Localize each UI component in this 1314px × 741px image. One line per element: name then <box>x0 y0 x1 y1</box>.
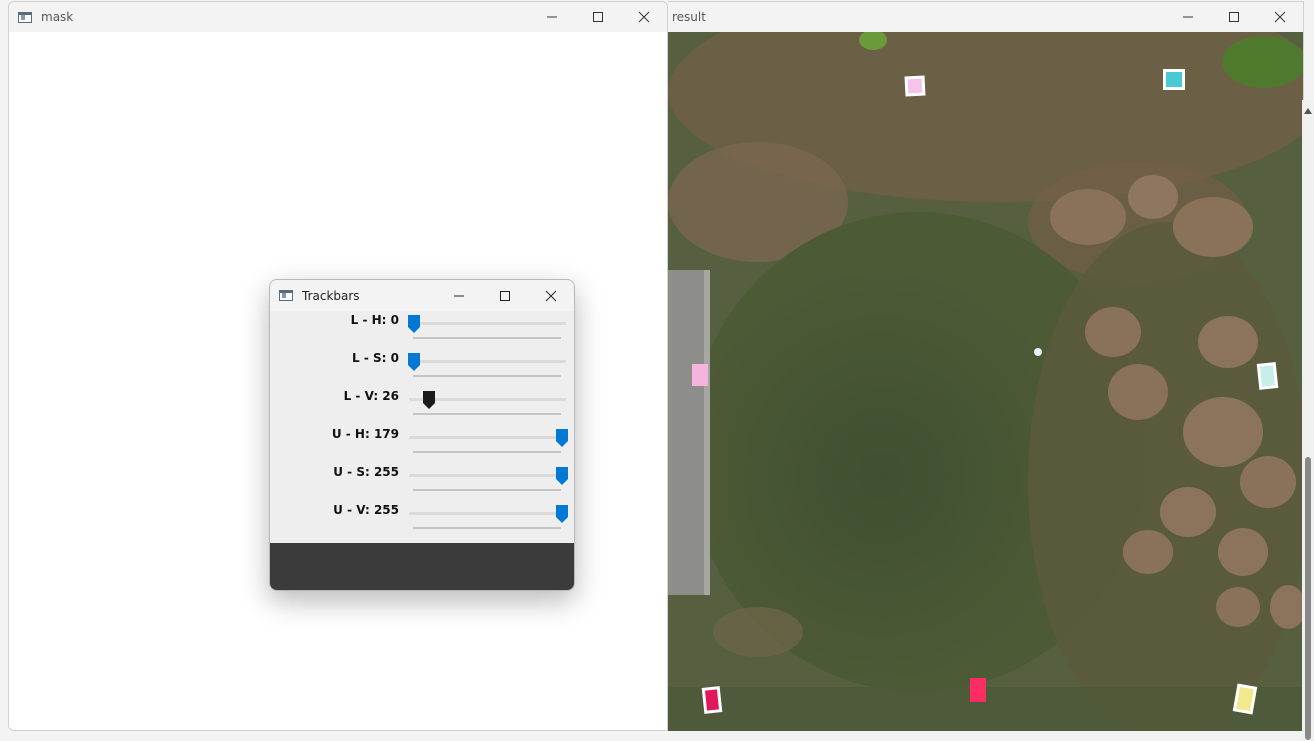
trackbars-image-area <box>270 543 574 590</box>
trackbar-label: U - V: 255 <box>333 503 399 517</box>
maximize-button[interactable] <box>482 281 528 311</box>
trackbar-label: L - V: 26 <box>343 389 399 403</box>
vertical-scrollbar[interactable] <box>1302 100 1314 741</box>
maximize-icon <box>1229 12 1239 22</box>
maximize-button[interactable] <box>1211 2 1257 32</box>
minimize-icon <box>547 16 557 18</box>
trackbar-track[interactable] <box>409 322 566 325</box>
trackbar-row-u-h: U - H: 179 <box>270 425 574 463</box>
minimize-icon <box>1183 16 1193 18</box>
maximize-icon <box>593 12 603 22</box>
trackbars-panel: L - H: 0 L - S: 0 L - V: 26 U - H: 179 U… <box>270 311 574 544</box>
trackbar-row-u-v: U - V: 255 <box>270 501 574 539</box>
trackbar-thumb[interactable] <box>556 505 568 523</box>
trackbars-window-title: Trackbars <box>302 288 360 303</box>
close-button[interactable] <box>621 2 667 32</box>
trackbar-thumb[interactable] <box>408 315 420 333</box>
trackbar-thumb[interactable] <box>423 391 436 409</box>
mask-window-title: mask <box>41 10 74 24</box>
trackbar-tick-line <box>413 375 561 377</box>
minimize-button[interactable] <box>436 281 482 311</box>
aerial-grass-photo <box>668 32 1303 731</box>
trackbars-window: Trackbars L - H: 0 L - S: 0 L - V: 26 U … <box>269 279 575 591</box>
trackbar-track[interactable] <box>409 474 566 477</box>
trackbar-tick-line <box>413 451 561 453</box>
trackbar-track[interactable] <box>409 436 566 439</box>
app-window-icon <box>18 11 32 23</box>
minimize-icon <box>454 295 464 296</box>
trackbar-track[interactable] <box>409 512 566 515</box>
close-button[interactable] <box>1257 2 1303 32</box>
minimize-button[interactable] <box>529 2 575 32</box>
trackbar-row-l-v: L - V: 26 <box>270 387 574 425</box>
scroll-up-arrow-icon[interactable] <box>1304 108 1312 114</box>
trackbar-thumb[interactable] <box>408 353 420 371</box>
result-window-title: result <box>672 10 706 24</box>
trackbar-row-u-s: U - S: 255 <box>270 463 574 501</box>
trackbar-label: U - S: 255 <box>333 465 399 479</box>
trackbar-tick-line <box>413 413 561 415</box>
minimize-button[interactable] <box>1165 2 1211 32</box>
close-button[interactable] <box>528 281 574 311</box>
result-window: result <box>668 1 1304 731</box>
result-image <box>668 32 1303 731</box>
maximize-icon <box>500 290 510 301</box>
trackbar-thumb[interactable] <box>556 467 568 485</box>
trackbar-tick-line <box>413 527 561 529</box>
trackbar-tick-line <box>413 337 561 339</box>
trackbar-thumb[interactable] <box>556 429 568 447</box>
trackbars-titlebar[interactable]: Trackbars <box>270 280 574 312</box>
maximize-button[interactable] <box>575 2 621 32</box>
close-icon <box>545 290 557 301</box>
app-window-icon <box>279 290 293 301</box>
trackbar-row-l-s: L - S: 0 <box>270 349 574 387</box>
trackbar-track[interactable] <box>409 360 566 363</box>
mask-titlebar[interactable]: mask <box>9 2 667 32</box>
trackbar-row-l-h: L - H: 0 <box>270 311 574 349</box>
trackbar-label: L - H: 0 <box>350 313 399 327</box>
close-icon <box>638 11 650 23</box>
result-titlebar[interactable]: result <box>668 2 1303 32</box>
scroll-thumb[interactable] <box>1305 457 1311 740</box>
close-icon <box>1274 11 1286 23</box>
trackbar-label: U - H: 179 <box>331 427 399 441</box>
trackbar-tick-line <box>413 489 561 491</box>
trackbar-label: L - S: 0 <box>352 351 399 365</box>
